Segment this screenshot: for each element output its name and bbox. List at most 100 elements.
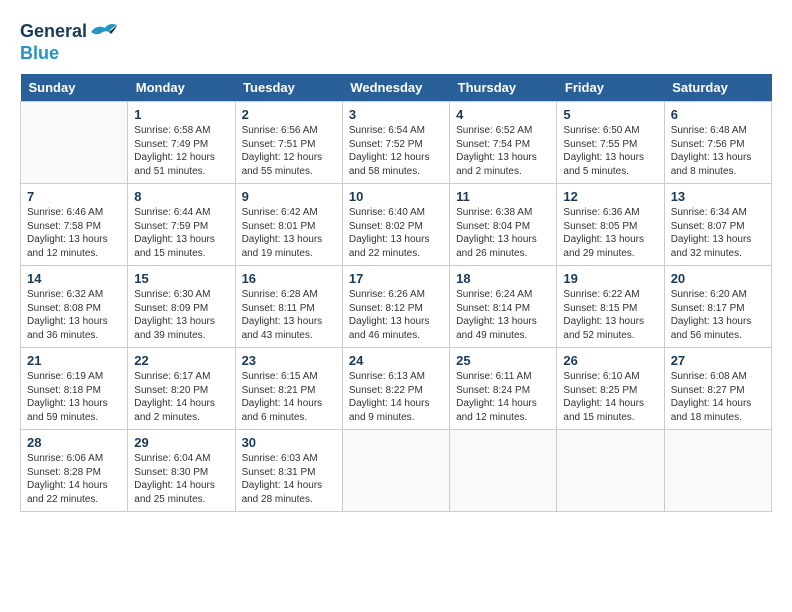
- calendar-cell: 24 Sunrise: 6:13 AM Sunset: 8:22 PM Dayli…: [342, 348, 449, 430]
- day-info: Sunrise: 6:50 AM Sunset: 7:55 PM Dayligh…: [563, 124, 657, 178]
- day-number: 5: [563, 107, 657, 122]
- day-number: 13: [671, 189, 765, 204]
- day-info: Sunrise: 6:26 AM Sunset: 8:12 PM Dayligh…: [349, 288, 443, 342]
- day-number: 3: [349, 107, 443, 122]
- calendar-cell: 22 Sunrise: 6:17 AM Sunset: 8:20 PM Dayli…: [128, 348, 235, 430]
- calendar-cell: [557, 430, 664, 512]
- day-info: Sunrise: 6:44 AM Sunset: 7:59 PM Dayligh…: [134, 206, 228, 260]
- day-info: Sunrise: 6:15 AM Sunset: 8:21 PM Dayligh…: [242, 370, 336, 424]
- day-number: 17: [349, 271, 443, 286]
- day-info: Sunrise: 6:48 AM Sunset: 7:56 PM Dayligh…: [671, 124, 765, 178]
- logo: General Blue: [20, 20, 121, 64]
- day-number: 16: [242, 271, 336, 286]
- calendar-cell: [664, 430, 771, 512]
- day-info: Sunrise: 6:32 AM Sunset: 8:08 PM Dayligh…: [27, 288, 121, 342]
- day-info: Sunrise: 6:10 AM Sunset: 8:25 PM Dayligh…: [563, 370, 657, 424]
- calendar-cell: 21Sunrise: 6:19 AM Sunset: 8:18 PM Dayli…: [21, 348, 128, 430]
- calendar-cell: 30Sunrise: 6:03 AM Sunset: 8:31 PM Dayli…: [235, 430, 342, 512]
- calendar-cell: 23 Sunrise: 6:15 AM Sunset: 8:21 PM Dayli…: [235, 348, 342, 430]
- calendar-cell: 11Sunrise: 6:38 AM Sunset: 8:04 PM Dayli…: [450, 184, 557, 266]
- header-cell-saturday: Saturday: [664, 74, 771, 102]
- day-info: Sunrise: 6:08 AM Sunset: 8:27 PM Dayligh…: [671, 370, 765, 424]
- calendar-cell: 19 Sunrise: 6:22 AM Sunset: 8:15 PM Dayli…: [557, 266, 664, 348]
- day-info: Sunrise: 6:56 AM Sunset: 7:51 PM Dayligh…: [242, 124, 336, 178]
- day-number: 24: [349, 353, 443, 368]
- calendar-cell: 18 Sunrise: 6:24 AM Sunset: 8:14 PM Dayli…: [450, 266, 557, 348]
- header-cell-tuesday: Tuesday: [235, 74, 342, 102]
- calendar-week-5: 28 Sunrise: 6:06 AM Sunset: 8:28 PM Dayli…: [21, 430, 772, 512]
- day-number: 29: [134, 435, 228, 450]
- day-number: 7: [27, 189, 121, 204]
- day-number: 23: [242, 353, 336, 368]
- day-number: 12: [563, 189, 657, 204]
- day-number: 2: [242, 107, 336, 122]
- header-cell-wednesday: Wednesday: [342, 74, 449, 102]
- calendar-cell: 20 Sunrise: 6:20 AM Sunset: 8:17 PM Dayli…: [664, 266, 771, 348]
- calendar-header-row: SundayMondayTuesdayWednesdayThursdayFrid…: [21, 74, 772, 102]
- day-info: Sunrise: 6:54 AM Sunset: 7:52 PM Dayligh…: [349, 124, 443, 178]
- calendar-cell: 9Sunrise: 6:42 AM Sunset: 8:01 PM Daylig…: [235, 184, 342, 266]
- calendar-cell: 6 Sunrise: 6:48 AM Sunset: 7:56 PM Daylig…: [664, 102, 771, 184]
- calendar-cell: 13Sunrise: 6:34 AM Sunset: 8:07 PM Dayli…: [664, 184, 771, 266]
- day-number: 4: [456, 107, 550, 122]
- day-number: 6: [671, 107, 765, 122]
- day-info: Sunrise: 6:58 AM Sunset: 7:49 PM Dayligh…: [134, 124, 228, 178]
- header-cell-sunday: Sunday: [21, 74, 128, 102]
- day-number: 21: [27, 353, 121, 368]
- day-info: Sunrise: 6:30 AM Sunset: 8:09 PM Dayligh…: [134, 288, 228, 342]
- calendar-week-3: 14Sunrise: 6:32 AM Sunset: 8:08 PM Dayli…: [21, 266, 772, 348]
- header-cell-monday: Monday: [128, 74, 235, 102]
- calendar-body: 1Sunrise: 6:58 AM Sunset: 7:49 PM Daylig…: [21, 102, 772, 512]
- day-number: 26: [563, 353, 657, 368]
- calendar-cell: 17 Sunrise: 6:26 AM Sunset: 8:12 PM Dayli…: [342, 266, 449, 348]
- day-number: 19: [563, 271, 657, 286]
- day-info: Sunrise: 6:22 AM Sunset: 8:15 PM Dayligh…: [563, 288, 657, 342]
- day-info: Sunrise: 6:24 AM Sunset: 8:14 PM Dayligh…: [456, 288, 550, 342]
- calendar-cell: [342, 430, 449, 512]
- calendar-cell: 12 Sunrise: 6:36 AM Sunset: 8:05 PM Dayli…: [557, 184, 664, 266]
- day-info: Sunrise: 6:28 AM Sunset: 8:11 PM Dayligh…: [242, 288, 336, 342]
- day-info: Sunrise: 6:46 AM Sunset: 7:58 PM Dayligh…: [27, 206, 121, 260]
- day-info: Sunrise: 6:52 AM Sunset: 7:54 PM Dayligh…: [456, 124, 550, 178]
- day-number: 8: [134, 189, 228, 204]
- day-number: 15: [134, 271, 228, 286]
- day-info: Sunrise: 6:13 AM Sunset: 8:22 PM Dayligh…: [349, 370, 443, 424]
- calendar-cell: 14Sunrise: 6:32 AM Sunset: 8:08 PM Dayli…: [21, 266, 128, 348]
- logo-text: General: [20, 22, 87, 42]
- calendar-cell: 1Sunrise: 6:58 AM Sunset: 7:49 PM Daylig…: [128, 102, 235, 184]
- logo-text-blue: Blue: [20, 43, 59, 63]
- calendar-cell: 25Sunrise: 6:11 AM Sunset: 8:24 PM Dayli…: [450, 348, 557, 430]
- calendar-week-4: 21Sunrise: 6:19 AM Sunset: 8:18 PM Dayli…: [21, 348, 772, 430]
- calendar: SundayMondayTuesdayWednesdayThursdayFrid…: [20, 74, 772, 512]
- calendar-cell: 7 Sunrise: 6:46 AM Sunset: 7:58 PM Daylig…: [21, 184, 128, 266]
- calendar-cell: 26 Sunrise: 6:10 AM Sunset: 8:25 PM Dayli…: [557, 348, 664, 430]
- day-number: 20: [671, 271, 765, 286]
- calendar-cell: 2 Sunrise: 6:56 AM Sunset: 7:51 PM Daylig…: [235, 102, 342, 184]
- calendar-cell: [21, 102, 128, 184]
- day-number: 10: [349, 189, 443, 204]
- calendar-cell: [450, 430, 557, 512]
- calendar-cell: 28 Sunrise: 6:06 AM Sunset: 8:28 PM Dayli…: [21, 430, 128, 512]
- header-cell-thursday: Thursday: [450, 74, 557, 102]
- day-number: 25: [456, 353, 550, 368]
- calendar-cell: 3 Sunrise: 6:54 AM Sunset: 7:52 PM Daylig…: [342, 102, 449, 184]
- calendar-cell: 27 Sunrise: 6:08 AM Sunset: 8:27 PM Dayli…: [664, 348, 771, 430]
- day-number: 27: [671, 353, 765, 368]
- day-info: Sunrise: 6:06 AM Sunset: 8:28 PM Dayligh…: [27, 452, 121, 506]
- day-number: 30: [242, 435, 336, 450]
- day-number: 22: [134, 353, 228, 368]
- day-info: Sunrise: 6:20 AM Sunset: 8:17 PM Dayligh…: [671, 288, 765, 342]
- day-info: Sunrise: 6:40 AM Sunset: 8:02 PM Dayligh…: [349, 206, 443, 260]
- day-number: 11: [456, 189, 550, 204]
- header-cell-friday: Friday: [557, 74, 664, 102]
- day-info: Sunrise: 6:36 AM Sunset: 8:05 PM Dayligh…: [563, 206, 657, 260]
- day-info: Sunrise: 6:17 AM Sunset: 8:20 PM Dayligh…: [134, 370, 228, 424]
- calendar-week-2: 7 Sunrise: 6:46 AM Sunset: 7:58 PM Daylig…: [21, 184, 772, 266]
- calendar-cell: 29Sunrise: 6:04 AM Sunset: 8:30 PM Dayli…: [128, 430, 235, 512]
- day-number: 28: [27, 435, 121, 450]
- header: General Blue: [20, 20, 772, 64]
- day-number: 18: [456, 271, 550, 286]
- calendar-cell: 15 Sunrise: 6:30 AM Sunset: 8:09 PM Dayli…: [128, 266, 235, 348]
- calendar-cell: 4 Sunrise: 6:52 AM Sunset: 7:54 PM Daylig…: [450, 102, 557, 184]
- calendar-cell: 16 Sunrise: 6:28 AM Sunset: 8:11 PM Dayli…: [235, 266, 342, 348]
